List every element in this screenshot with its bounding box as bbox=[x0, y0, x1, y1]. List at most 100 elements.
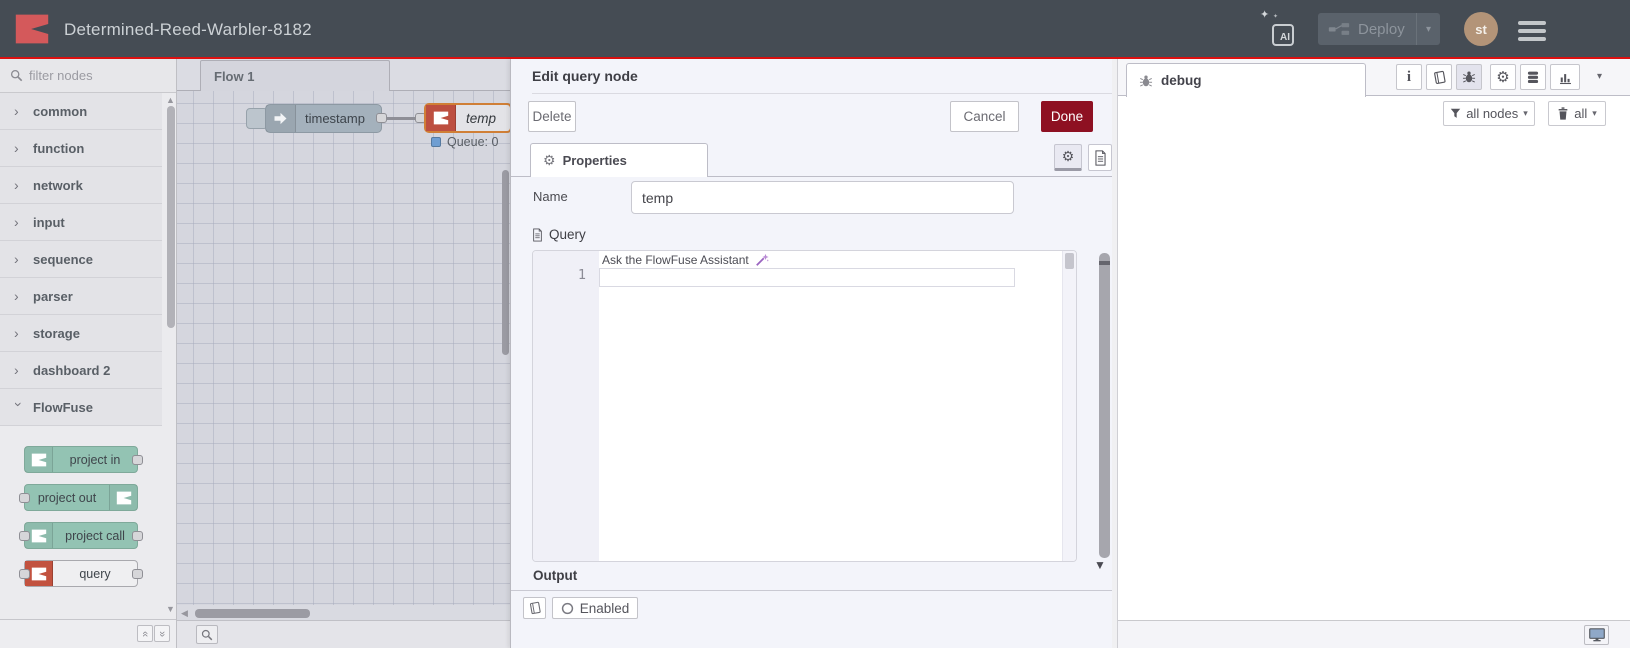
palette-category-flowfuse[interactable]: › FlowFuse bbox=[0, 389, 162, 426]
flow-tab-bar: Flow 1 bbox=[177, 59, 510, 91]
inject-output-port[interactable] bbox=[376, 113, 387, 123]
palette-node-query[interactable]: query bbox=[19, 560, 143, 587]
scroll-down-icon[interactable]: ▼ bbox=[1094, 558, 1106, 572]
deploy-button[interactable]: Deploy ▾ bbox=[1318, 13, 1440, 45]
debug-message-list[interactable] bbox=[1118, 130, 1630, 620]
ai-assistant-button[interactable]: ✦ ✦ AI bbox=[1260, 9, 1294, 46]
flowfuse-logo bbox=[14, 11, 50, 47]
inject-node[interactable]: timestamp bbox=[265, 104, 382, 133]
palette-category-storage[interactable]: › storage bbox=[0, 315, 162, 352]
output-port[interactable] bbox=[132, 531, 143, 541]
editor-scrollbar[interactable] bbox=[1062, 251, 1076, 561]
tray-footer: Enabled bbox=[511, 590, 1113, 623]
chevron-down-icon: › bbox=[11, 402, 27, 407]
database-icon bbox=[1526, 70, 1540, 84]
palette-search[interactable] bbox=[0, 59, 176, 93]
enabled-toggle[interactable]: Enabled bbox=[552, 597, 638, 619]
palette-category-dashboard2[interactable]: › dashboard 2 bbox=[0, 352, 162, 389]
dashboard-tab-button[interactable] bbox=[1550, 64, 1580, 90]
chevron-right-icon: › bbox=[14, 251, 19, 267]
palette-category-parser[interactable]: › parser bbox=[0, 278, 162, 315]
palette-node-project-out[interactable]: project out bbox=[19, 484, 138, 511]
workspace-title: Determined-Reed-Warbler-8182 bbox=[64, 20, 312, 39]
debug-clear-button[interactable]: all ▾ bbox=[1548, 101, 1606, 126]
canvas-hscrollbar[interactable] bbox=[195, 609, 310, 618]
collapse-all-button[interactable]: « bbox=[137, 625, 153, 642]
double-chevron-up-icon: « bbox=[139, 630, 151, 637]
context-tab-button[interactable] bbox=[1520, 64, 1546, 90]
description-button[interactable] bbox=[1088, 144, 1112, 171]
input-port[interactable] bbox=[19, 493, 30, 503]
editor-active-line[interactable] bbox=[599, 268, 1015, 287]
query-node-selected[interactable]: temp bbox=[424, 103, 510, 133]
info-icon: i bbox=[1406, 68, 1412, 85]
assistant-prompt[interactable]: Ask the FlowFuse Assistant bbox=[599, 251, 1062, 268]
app-header: Determined-Reed-Warbler-8182 ✦ ✦ AI Depl… bbox=[0, 0, 1630, 59]
name-input[interactable] bbox=[631, 181, 1014, 214]
menu-bar bbox=[1518, 21, 1546, 25]
help-tab-button[interactable] bbox=[1426, 64, 1452, 90]
debug-filter-button[interactable]: all nodes ▾ bbox=[1443, 101, 1535, 126]
palette-category-input[interactable]: › input bbox=[0, 204, 162, 241]
expand-all-button[interactable]: » bbox=[154, 625, 170, 642]
delete-button[interactable]: Delete bbox=[528, 101, 576, 132]
canvas-scroll-left-icon[interactable]: ◀ bbox=[181, 608, 188, 619]
wire[interactable] bbox=[387, 117, 418, 120]
user-avatar[interactable]: st bbox=[1464, 12, 1498, 46]
cancel-button[interactable]: Cancel bbox=[950, 101, 1019, 132]
query-field-label: Query bbox=[532, 227, 586, 242]
palette-node-project-call[interactable]: project call bbox=[19, 522, 143, 549]
double-chevron-down-icon: » bbox=[156, 630, 168, 637]
editor-gutter: 1 bbox=[533, 251, 599, 561]
palette-scrollbar[interactable] bbox=[167, 106, 175, 328]
canvas-footer bbox=[177, 620, 510, 648]
main-menu-button[interactable] bbox=[1518, 17, 1546, 45]
sparkle-icon: ✦ bbox=[1260, 9, 1270, 21]
output-port[interactable] bbox=[132, 569, 143, 579]
query-code-editor[interactable]: 1 Ask the FlowFuse Assistant bbox=[532, 250, 1077, 562]
debug-sidebar: debug i ⚙ ▾ all nodes ▾ all ▾ bbox=[1118, 59, 1630, 648]
palette-scroll-down-icon[interactable]: ▼ bbox=[166, 604, 175, 614]
flow-canvas[interactable]: timestamp temp Queue: 0 bbox=[177, 91, 510, 605]
debug-footer bbox=[1118, 620, 1630, 648]
output-port[interactable] bbox=[132, 455, 143, 465]
circle-icon bbox=[561, 602, 574, 615]
sidebar-menu-caret[interactable]: ▾ bbox=[1597, 71, 1602, 82]
book-icon bbox=[528, 601, 542, 615]
palette-search-input[interactable] bbox=[29, 68, 149, 83]
palette-category-network[interactable]: › network bbox=[0, 167, 162, 204]
deploy-dropdown[interactable]: ▾ bbox=[1416, 13, 1440, 45]
tray-title: Edit query node bbox=[532, 59, 1112, 94]
inject-node-label: timestamp bbox=[305, 111, 365, 126]
ai-box: AI bbox=[1272, 24, 1294, 46]
caret-down-icon: ▾ bbox=[1523, 108, 1528, 118]
bar-chart-icon bbox=[1558, 70, 1573, 85]
palette-scroll-up-icon[interactable]: ▲ bbox=[166, 95, 175, 105]
tab-debug[interactable]: debug bbox=[1126, 63, 1366, 97]
done-button[interactable]: Done bbox=[1041, 101, 1093, 132]
config-tab-button[interactable]: ⚙ bbox=[1490, 64, 1516, 90]
palette-node-project-in[interactable]: project in bbox=[24, 446, 143, 473]
node-settings-button[interactable]: ⚙ bbox=[1054, 144, 1082, 171]
info-tab-button[interactable]: i bbox=[1396, 64, 1422, 90]
gear-icon: ⚙ bbox=[1061, 148, 1075, 164]
palette-category-sequence[interactable]: › sequence bbox=[0, 241, 162, 278]
trash-icon bbox=[1557, 107, 1569, 120]
tab-properties[interactable]: ⚙ Properties bbox=[530, 143, 708, 177]
chevron-right-icon: › bbox=[14, 177, 19, 193]
flow-tab[interactable]: Flow 1 bbox=[200, 60, 390, 91]
chevron-right-icon: › bbox=[14, 103, 19, 119]
library-button[interactable] bbox=[523, 597, 546, 619]
tray-scrollbar[interactable] bbox=[1099, 253, 1110, 558]
zoom-button[interactable] bbox=[196, 625, 218, 644]
palette-category-common[interactable]: › common bbox=[0, 93, 162, 130]
debug-tab-button[interactable] bbox=[1456, 64, 1482, 90]
edit-node-tray: Edit query node Delete Cancel Done ⚙ Pro… bbox=[510, 59, 1113, 648]
input-port[interactable] bbox=[19, 531, 30, 541]
open-window-button[interactable] bbox=[1584, 625, 1609, 645]
monitor-icon bbox=[1589, 628, 1605, 642]
input-port[interactable] bbox=[19, 569, 30, 579]
line-number: 1 bbox=[577, 267, 586, 283]
palette-category-function[interactable]: › function bbox=[0, 130, 162, 167]
canvas-vscrollbar[interactable] bbox=[502, 170, 509, 355]
